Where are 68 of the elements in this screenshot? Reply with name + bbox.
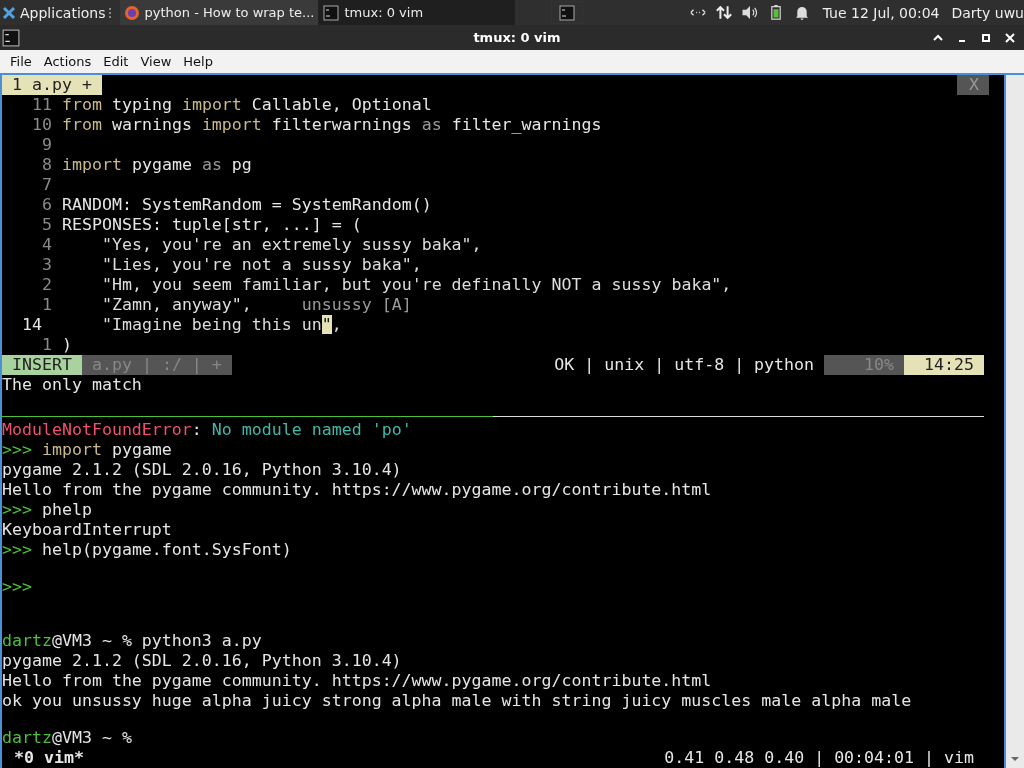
grip-icon (108, 7, 114, 18)
scrollbar[interactable] (1004, 75, 1024, 768)
line-number: 3 (41, 255, 52, 275)
terminal-line: Hello from the pygame community. https://www.pygame.org/contribute.html (2, 480, 712, 501)
menu-item[interactable]: File (4, 52, 38, 71)
terminal-line: KeyboardInterrupt (2, 520, 172, 541)
scroll-down-icon[interactable] (1010, 756, 1020, 762)
terminal-line: pygame 2.1.2 (SDL 2.0.16, Python 3.10.4) (2, 651, 402, 672)
code-line: "Lies, you're not a sussy baka", (100, 255, 422, 275)
line-number: 9 (41, 135, 52, 155)
terminal-line: ModuleNotFoundError: No module named 'po' (2, 420, 412, 441)
menu-item[interactable]: View (134, 52, 178, 71)
line-number: 5 (41, 215, 52, 235)
maximize-icon[interactable] (980, 31, 992, 44)
file-format-info: OK | unix | utf-8 | python (554, 355, 816, 375)
code-line: from warnings import filterwarnings as filter_warnings (62, 115, 602, 135)
volume-icon[interactable] (740, 5, 759, 20)
line-number: 10 (31, 115, 52, 135)
terminal-line: dartz@VM3 ~ % python3 a.py (2, 631, 262, 652)
terminal-icon (559, 4, 576, 21)
terminal-line: dartz@VM3 ~ % (2, 728, 132, 748)
code-line: from typing import Callable, Optional (62, 95, 432, 115)
terminal-icon (2, 28, 20, 47)
line-number: 1 (41, 335, 52, 355)
message-line: The only match (2, 375, 142, 395)
tmux-window[interactable]: *0 vim* (2, 748, 84, 768)
close-icon[interactable] (1004, 31, 1016, 44)
terminal-line: >>> help(pygame.font.SysFont) (2, 540, 292, 561)
buffer-tab[interactable]: 1 a.py + (2, 75, 102, 95)
terminal-launcher[interactable] (551, 1, 584, 24)
menu-item[interactable]: Actions (37, 52, 98, 71)
terminal-line: ok you unsussy huge alpha juicy strong alpha male with string juicy muscles male alpha male (2, 691, 912, 712)
line-number: 11 (31, 95, 52, 115)
code-line: "Zamn, anyway", unsussy [A] (100, 295, 412, 315)
line-number: 4 (41, 235, 52, 255)
terminal-line: Hello from the pygame community. https://www.pygame.org/contribute.html (2, 671, 712, 692)
browser-icon (123, 4, 140, 21)
code-line: "Imagine being this un", (100, 315, 342, 335)
code-line: "Yes, you're an extremely sussy baka", (100, 235, 482, 255)
cursor-position: 14:25 (904, 355, 984, 375)
terminal-line: >>> import pygame (2, 440, 172, 461)
taskbar-task[interactable]: tmux: 0 vim (319, 0, 516, 25)
code-line: import pygame as pg (62, 155, 252, 175)
line-number: 7 (41, 175, 52, 195)
line-number: 2 (41, 275, 52, 295)
code-line: ) (62, 335, 72, 355)
code-line: "Hm, you seem familiar, but you're definally NOT a sussy baka", (100, 275, 732, 295)
mode-indicator: INSERT (2, 355, 82, 375)
x-logo-icon (2, 5, 16, 20)
clock[interactable]: Tue 12 Jul, 00:04 (822, 4, 940, 21)
terminal-line: >>> phelp (2, 500, 92, 521)
code-line: RANDOM: SystemRandom = SystemRandom() (62, 195, 432, 215)
user-name[interactable]: Darty uwu (951, 4, 1024, 21)
applications-menu[interactable]: Applications (0, 0, 108, 25)
taskbar-task[interactable]: python - How to wrap te... (119, 0, 320, 25)
menu-item[interactable]: Edit (97, 52, 135, 71)
terminal-icon (323, 4, 340, 21)
tmux-status: 0.41 0.48 0.40 | 00:04:01 | vim (664, 748, 975, 768)
transfer-arrows-icon[interactable] (714, 5, 733, 20)
menu-item[interactable]: Help (177, 52, 219, 71)
line-number: 8 (41, 155, 52, 175)
window-title: tmux: 0 vim (472, 30, 562, 45)
terminal-line: >>> (2, 577, 32, 598)
line-number: 6 (41, 195, 52, 215)
line-number: 14 (21, 315, 43, 335)
code-line: RESPONSES: tuple[str, ...] = ( (62, 215, 362, 235)
terminal-line: pygame 2.1.2 (SDL 2.0.16, Python 3.10.4) (2, 460, 402, 481)
line-number: 1 (41, 295, 52, 315)
